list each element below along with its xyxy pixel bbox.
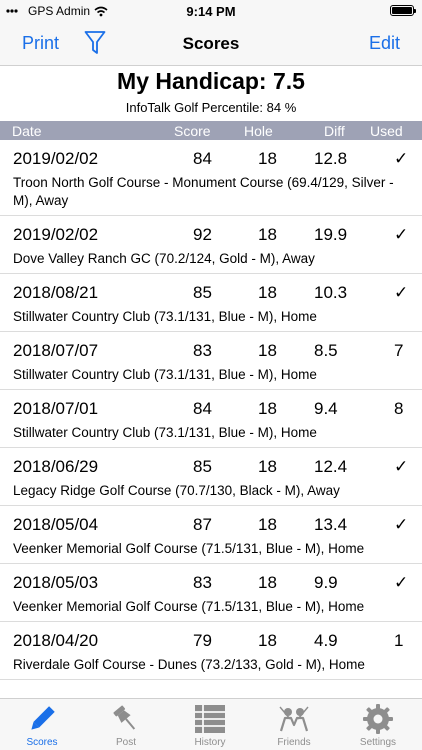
nav-title: Scores [182,34,240,53]
score-holes: 18 [258,457,277,476]
score-diff: 12.8 [314,149,348,168]
column-used: Used [370,123,403,139]
people-icon [279,706,309,732]
score-date: 2018/04/20 [13,631,99,650]
tab-post[interactable]: Post [84,699,168,750]
score-value: 85 [193,283,212,302]
course-name: Stillwater Country Club (73.1/131, Blue … [13,367,317,382]
handicap-title: My Handicap: 7.5 [117,68,305,94]
score-used: ✓ [394,515,409,534]
pin-icon [113,705,136,730]
tab-bar: Scores Post History Friends Settings [0,698,422,750]
score-value: 87 [193,515,212,534]
score-diff: 4.9 [314,631,338,650]
course-name: Stillwater Country Club (73.1/131, Blue … [13,425,317,440]
score-used: ✓ [394,283,409,302]
course-name: Veenker Memorial Golf Course (71.5/131, … [13,599,365,614]
column-score: Score [174,123,211,139]
tab-friends[interactable]: Friends [252,699,336,750]
score-date: 2018/05/04 [13,515,99,534]
status-bar: GPS Admin 9:14 PM [0,0,422,22]
score-row[interactable]: 2018/08/21 85 18 10.3 ✓ Stillwater Count… [0,274,422,332]
score-diff: 9.9 [314,573,338,592]
course-name: Legacy Ridge Golf Course (70.7/130, Blac… [13,483,340,498]
score-diff: 19.9 [314,225,348,244]
score-value: 79 [193,631,212,650]
score-value: 84 [193,399,212,418]
score-diff: 9.4 [314,399,338,418]
column-diff: Diff [324,123,345,139]
score-diff: 8.5 [314,341,338,360]
score-date: 2018/05/03 [13,573,99,592]
percentile-text: InfoTalk Golf Percentile: 84 % [125,100,297,115]
score-date: 2018/07/07 [13,341,99,360]
tab-scores[interactable]: Scores [0,699,84,750]
tab-settings[interactable]: Settings [336,699,420,750]
course-name: Stillwater Country Club (73.1/131, Blue … [13,309,317,324]
tab-history[interactable]: History [168,699,252,750]
score-row[interactable]: 2018/05/03 83 18 9.9 ✓ Veenker Memorial … [0,564,422,622]
score-holes: 18 [258,573,277,592]
tab-label: History [194,737,226,748]
score-diff: 12.4 [314,457,348,476]
score-value: 83 [193,573,212,592]
course-name: Troon North Golf Course - Monument Cours… [13,175,394,208]
course-name: Riverdale Golf Course - Dunes (73.2/133,… [13,657,365,672]
score-value: 84 [193,149,212,168]
score-holes: 18 [258,631,277,650]
nav-bar: Print Scores Edit [0,22,422,66]
pencil-icon [31,706,55,730]
score-date: 2018/07/01 [13,399,99,418]
score-date: 2019/02/02 [13,149,99,168]
score-value: 92 [193,225,212,244]
score-holes: 18 [258,399,277,418]
score-used: 7 [394,341,404,360]
score-used: 8 [394,399,404,418]
score-row[interactable]: 2018/07/07 83 18 8.5 7 Stillwater Countr… [0,332,422,390]
score-row[interactable]: 2018/07/01 84 18 9.4 8 Stillwater Countr… [0,390,422,448]
column-date: Date [12,123,42,139]
course-name: Veenker Memorial Golf Course (71.5/131, … [13,541,365,556]
edit-button[interactable]: Edit [369,33,400,54]
score-row[interactable]: 2019/02/02 92 18 19.9 ✓ Dove Valley Ranc… [0,216,422,274]
score-row[interactable]: 2018/05/04 87 18 13.4 ✓ Veenker Memorial… [0,506,422,564]
score-used: ✓ [394,573,409,592]
course-name: Dove Valley Ranch GC (70.2/124, Gold - M… [13,251,315,266]
score-used: ✓ [394,457,409,476]
score-date: 2018/08/21 [13,283,99,302]
score-used: ✓ [394,225,409,244]
column-header: Date Score Hole Diff Used [0,121,422,140]
score-row[interactable]: 2018/06/29 85 18 12.4 ✓ Legacy Ridge Gol… [0,448,422,506]
score-used: 1 [394,631,404,650]
score-row[interactable]: 2018/04/20 79 18 4.9 1 Riverdale Golf Co… [0,622,422,680]
list-icon [195,705,225,733]
score-value: 83 [193,341,212,360]
score-value: 85 [193,457,212,476]
score-holes: 18 [258,515,277,534]
tab-label: Friends [277,737,311,748]
score-used: ✓ [394,149,409,168]
status-time: 9:14 PM [186,4,236,19]
column-hole: Hole [244,123,273,139]
score-diff: 13.4 [314,515,348,534]
gear-icon [363,704,393,734]
score-diff: 10.3 [314,283,348,302]
tab-label: Scores [26,737,58,748]
score-holes: 18 [258,225,277,244]
score-date: 2018/06/29 [13,457,99,476]
score-holes: 18 [258,341,277,360]
tab-label: Settings [359,737,397,748]
score-row[interactable]: 2019/02/02 84 18 12.8 ✓ Troon North Golf… [0,140,422,216]
battery-icon [390,5,416,16]
score-holes: 18 [258,283,277,302]
score-holes: 18 [258,149,277,168]
score-list[interactable]: 2019/02/02 84 18 12.8 ✓ Troon North Golf… [0,140,422,698]
score-date: 2019/02/02 [13,225,99,244]
tab-label: Post [115,737,136,748]
